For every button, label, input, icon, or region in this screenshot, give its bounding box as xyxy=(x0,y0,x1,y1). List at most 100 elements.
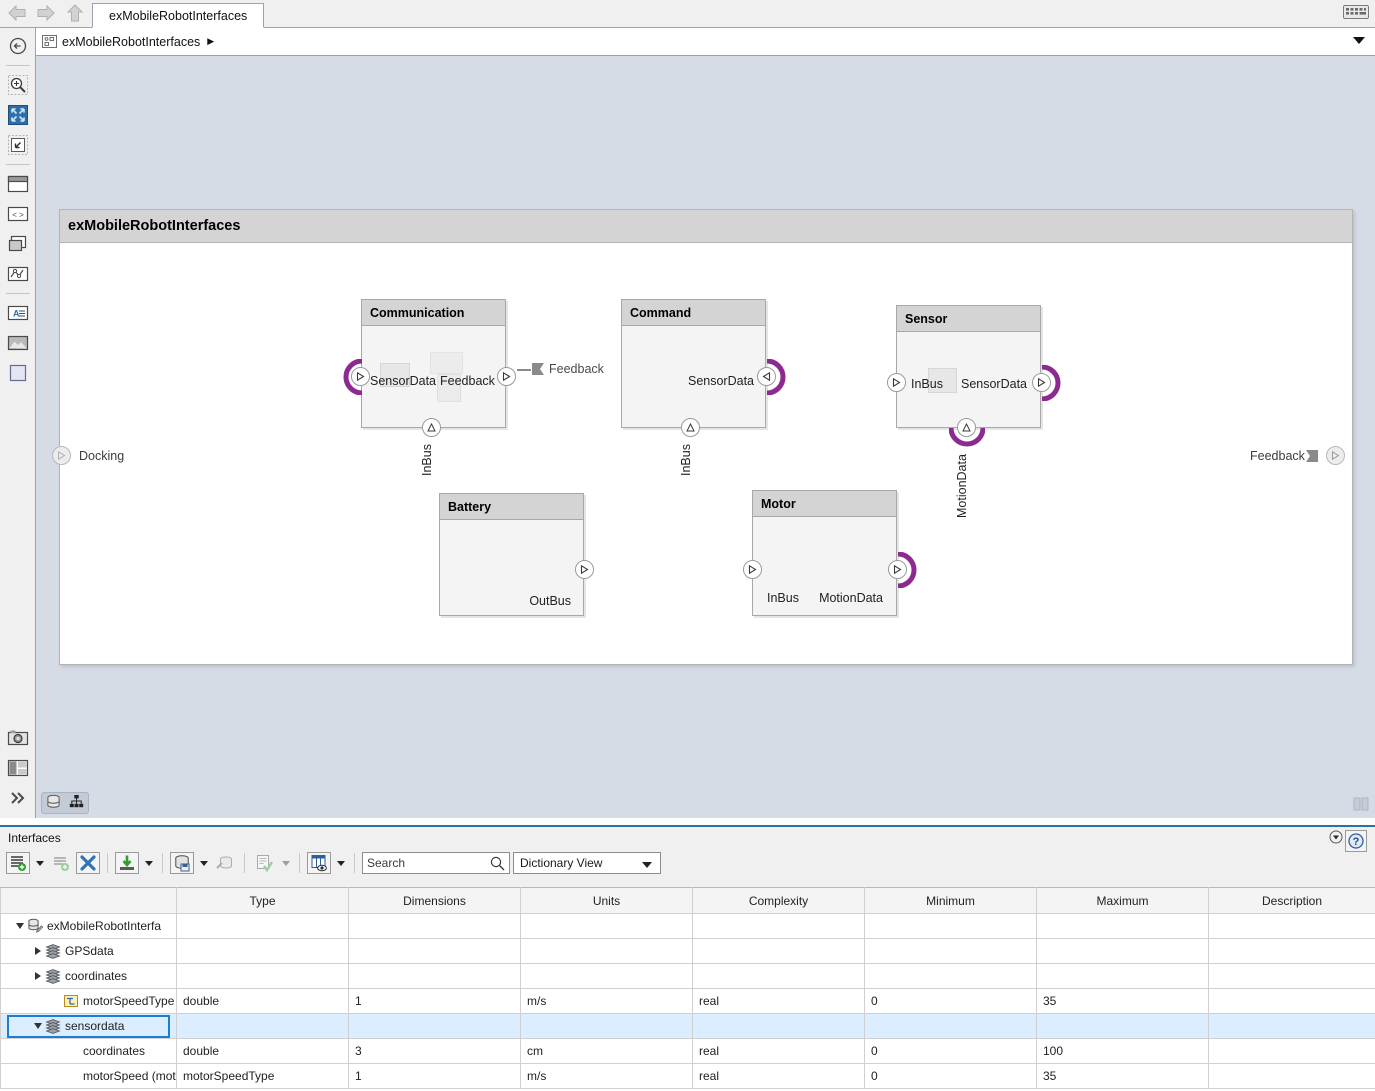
system-block[interactable]: exMobileRobotInterfaces xyxy=(59,209,1353,665)
table-cell-description[interactable] xyxy=(1209,939,1375,964)
table-cell-type[interactable]: double xyxy=(177,989,349,1014)
table-cell-description[interactable] xyxy=(1209,1064,1375,1089)
table-cell-minimum[interactable] xyxy=(865,964,1037,989)
back-to-parent-icon[interactable] xyxy=(6,34,30,58)
save-dictionary-button[interactable] xyxy=(170,852,194,874)
communication-sensordata-port[interactable] xyxy=(351,367,370,386)
table-cell-type[interactable]: double xyxy=(177,1039,349,1064)
table-cell-dimensions[interactable] xyxy=(349,964,521,989)
new-interface-dropdown[interactable] xyxy=(33,852,46,874)
sensor-motiondata-port[interactable] xyxy=(957,418,976,437)
table-cell-minimum[interactable] xyxy=(865,914,1037,939)
fit-to-view-icon[interactable] xyxy=(6,103,30,127)
motor-block[interactable]: Motor InBus MotionData xyxy=(752,490,897,616)
column-header-minimum[interactable]: Minimum xyxy=(865,888,1037,914)
architecture-canvas[interactable]: exMobileRobotInterfaces Docking Feedback… xyxy=(36,56,1375,789)
table-cell-units[interactable] xyxy=(521,939,693,964)
table-cell-units[interactable] xyxy=(521,1014,693,1039)
table-cell-maximum[interactable]: 100 xyxy=(1037,1039,1209,1064)
motor-inbus-port[interactable] xyxy=(743,560,762,579)
table-cell-maximum[interactable]: 35 xyxy=(1037,1064,1209,1089)
table-cell-maximum[interactable]: 35 xyxy=(1037,989,1209,1014)
expand-icon[interactable] xyxy=(6,786,30,810)
table-row[interactable]: motorSpeed (motomotorSpeedType1m/sreal03… xyxy=(1,1064,1375,1089)
validate-button[interactable] xyxy=(252,852,276,874)
annotation-text-icon[interactable]: A xyxy=(6,301,30,325)
table-cell-name[interactable]: coordinates xyxy=(1,1039,177,1064)
table-cell-maximum[interactable] xyxy=(1037,964,1209,989)
table-cell-description[interactable] xyxy=(1209,1014,1375,1039)
table-cell-complexity[interactable] xyxy=(693,914,865,939)
table-row[interactable]: sensordata xyxy=(1,1014,1375,1039)
validate-dropdown[interactable] xyxy=(279,852,292,874)
table-row[interactable]: coordinatesdouble3cmreal0100 xyxy=(1,1039,1375,1064)
command-sensordata-port[interactable] xyxy=(757,367,776,386)
row-twisty-right[interactable] xyxy=(31,944,45,958)
forward-arrow-icon[interactable] xyxy=(35,2,57,24)
show-view-dropdown[interactable] xyxy=(334,852,347,874)
component-icon[interactable] xyxy=(6,172,30,196)
camera-icon[interactable] xyxy=(6,726,30,750)
table-cell-units[interactable]: m/s xyxy=(521,989,693,1014)
table-row[interactable]: exMobileRobotInterfa xyxy=(1,914,1375,939)
table-cell-complexity[interactable]: real xyxy=(693,1039,865,1064)
table-cell-units[interactable] xyxy=(521,964,693,989)
communication-feedback-port[interactable] xyxy=(497,367,516,386)
table-cell-type[interactable] xyxy=(177,914,349,939)
table-cell-units[interactable] xyxy=(521,914,693,939)
help-button[interactable]: ? xyxy=(1345,830,1367,852)
communication-inbus-port[interactable] xyxy=(422,418,441,437)
table-cell-type[interactable] xyxy=(177,1014,349,1039)
table-cell-complexity[interactable] xyxy=(693,939,865,964)
table-cell-minimum[interactable] xyxy=(865,939,1037,964)
tab-exmobilerobotinterfaces[interactable]: exMobileRobotInterfaces xyxy=(92,3,264,28)
hierarchy-icon[interactable] xyxy=(69,794,84,812)
table-cell-name[interactable]: coordinates xyxy=(1,964,177,989)
table-cell-name[interactable]: GPSdata xyxy=(1,939,177,964)
table-row[interactable]: motorSpeedTypedouble1m/sreal035 xyxy=(1,989,1375,1014)
import-button[interactable] xyxy=(115,852,139,874)
area-icon[interactable] xyxy=(6,361,30,385)
table-cell-dimensions[interactable]: 1 xyxy=(349,1064,521,1089)
table-cell-maximum[interactable] xyxy=(1037,914,1209,939)
delete-button[interactable] xyxy=(76,852,100,874)
table-cell-description[interactable] xyxy=(1209,989,1375,1014)
table-cell-dimensions[interactable] xyxy=(349,1014,521,1039)
zoom-region-icon[interactable] xyxy=(6,133,30,157)
state-transition-icon[interactable] xyxy=(6,262,30,286)
save-dictionary-dropdown[interactable] xyxy=(197,852,210,874)
table-cell-dimensions[interactable] xyxy=(349,914,521,939)
command-block[interactable]: Command SensorData xyxy=(621,299,766,428)
image-annotation-icon[interactable] xyxy=(6,331,30,355)
table-cell-description[interactable] xyxy=(1209,1039,1375,1064)
table-cell-minimum[interactable]: 0 xyxy=(865,1064,1037,1089)
search-input[interactable]: Search xyxy=(362,852,510,874)
variant-component-icon[interactable] xyxy=(6,232,30,256)
keyboard-icon[interactable] xyxy=(1343,4,1369,20)
table-cell-dimensions[interactable] xyxy=(349,939,521,964)
table-cell-maximum[interactable] xyxy=(1037,1014,1209,1039)
table-cell-maximum[interactable] xyxy=(1037,939,1209,964)
column-header-name[interactable] xyxy=(1,888,177,914)
interfaces-table[interactable]: Type Dimensions Units Complexity Minimum… xyxy=(0,887,1375,1091)
command-inbus-port[interactable] xyxy=(681,418,700,437)
zoom-icon[interactable] xyxy=(6,73,30,97)
breadcrumb-label[interactable]: exMobileRobotInterfaces xyxy=(62,35,200,49)
docking-port[interactable]: Docking xyxy=(52,446,124,465)
communication-block[interactable]: Communication SensorData Feedback xyxy=(361,299,506,428)
up-arrow-icon[interactable] xyxy=(64,2,86,24)
table-cell-name[interactable]: motorSpeedType xyxy=(1,989,177,1014)
table-cell-complexity[interactable] xyxy=(693,1014,865,1039)
table-cell-complexity[interactable] xyxy=(693,964,865,989)
table-cell-complexity[interactable]: real xyxy=(693,989,865,1014)
table-cell-dimensions[interactable]: 3 xyxy=(349,1039,521,1064)
new-interface-button[interactable] xyxy=(6,852,30,874)
link-dictionary-button[interactable] xyxy=(213,852,237,874)
table-cell-name[interactable]: exMobileRobotInterfa xyxy=(1,914,177,939)
table-cell-minimum[interactable] xyxy=(865,1014,1037,1039)
view-mode-select[interactable]: Dictionary View xyxy=(513,852,661,874)
reference-component-icon[interactable]: < > xyxy=(6,202,30,226)
column-header-description[interactable]: Description xyxy=(1209,888,1375,914)
sensor-inbus-port[interactable] xyxy=(887,373,906,392)
feedback-root-port[interactable]: Feedback xyxy=(1250,446,1345,465)
